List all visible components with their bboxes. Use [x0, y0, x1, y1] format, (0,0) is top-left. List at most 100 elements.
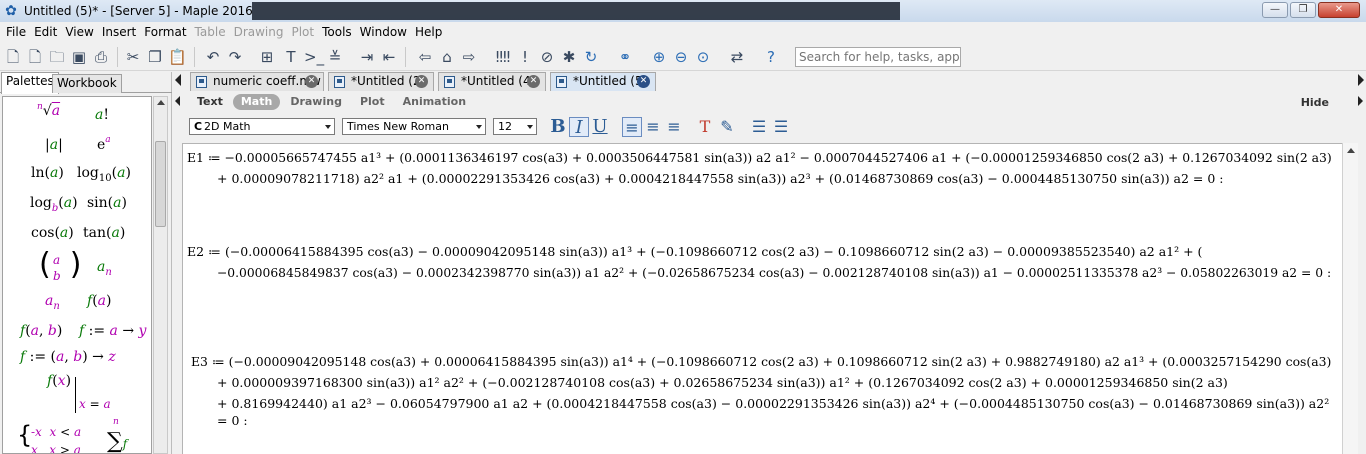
open-icon[interactable]: 🗀 [48, 48, 66, 66]
palette-subscript[interactable]: an [97, 259, 112, 278]
palette-arrow-function[interactable]: f := a → y [79, 323, 146, 339]
palette-function-2[interactable]: f(a, b) [20, 323, 62, 339]
outdent-icon[interactable]: ⇤ [380, 48, 398, 66]
equation-e1-line-2[interactable]: + 0.00009078211718) a2² a1 + (0.00002291… [217, 171, 1224, 187]
menu-tools[interactable]: Tools [318, 22, 356, 42]
palette-sqrt[interactable]: n√a [37, 102, 60, 119]
zoom-in-icon[interactable]: ⊕ [650, 48, 668, 66]
palette-cos[interactable]: cos(a) [31, 225, 74, 241]
numbered-list-icon[interactable]: ☰ [771, 117, 791, 137]
menu-view[interactable]: View [61, 22, 97, 42]
palette-piecewise[interactable]: { [17, 421, 32, 449]
align-center-icon[interactable]: ≡ [643, 117, 663, 137]
tab-palettes[interactable]: Palettes [1, 72, 59, 94]
equation-e1-line-1[interactable]: E1 ≔ −0.00005665747455 a1³ + (0.00011363… [187, 150, 1332, 166]
interrupt-icon[interactable]: ⊘ [538, 48, 556, 66]
zoom-out-icon[interactable]: ⊖ [672, 48, 690, 66]
bullet-list-icon[interactable]: ☰ [749, 117, 769, 137]
mode-math[interactable]: Math [232, 94, 281, 110]
equation-e2-line-2[interactable]: −0.00006845849837 cos(a3) − 0.0002342398… [217, 265, 1331, 281]
menu-help[interactable]: Help [411, 22, 446, 42]
debug-icon[interactable]: ✱ [560, 48, 578, 66]
align-right-icon[interactable]: ≡ [664, 117, 684, 137]
close-button[interactable]: ✕ [1318, 2, 1360, 18]
scroll-up-icon[interactable] [1347, 148, 1355, 153]
equation-e3-line-3[interactable]: + 0.8169942440) a1 a2³ − 0.06054797900 a… [217, 396, 1329, 412]
minimize-button[interactable]: — [1262, 2, 1288, 18]
home-icon[interactable]: ⌂ [438, 48, 456, 66]
equation-e3-line-4[interactable]: = 0 : [217, 413, 248, 429]
print-icon[interactable]: ⎙ [92, 48, 110, 66]
palette-logb[interactable]: logb(a) [30, 195, 78, 214]
cut-icon[interactable]: ✂ [124, 48, 142, 66]
equation-e2-line-1[interactable]: E2 ≔ (−0.00006415884395 cos(a3) − 0.0000… [187, 244, 1202, 260]
worksheet-scrollbar[interactable] [1342, 143, 1358, 454]
palette-eval-at[interactable]: f(x) [47, 373, 71, 389]
palette-sin[interactable]: sin(a) [87, 195, 127, 211]
tab-untitled-5[interactable]: *Untitled (5) ✕ [550, 72, 656, 91]
swap-icon[interactable]: ⇄ [728, 48, 746, 66]
menu-file[interactable]: File [2, 22, 30, 42]
close-tab-icon[interactable]: ✕ [305, 75, 318, 88]
collapse-left-small-icon[interactable] [175, 96, 180, 106]
menu-plot[interactable]: Plot [287, 22, 318, 42]
mode-drawing[interactable]: Drawing [282, 94, 350, 110]
close-tab-icon[interactable]: ✕ [527, 75, 540, 88]
restart-icon[interactable]: ↻ [582, 48, 600, 66]
tab-untitled-2[interactable]: *Untitled (2) ✕ [328, 72, 434, 91]
align-left-icon[interactable]: ≡ [622, 117, 642, 137]
text-color-icon[interactable]: T [695, 117, 715, 137]
worksheet[interactable]: E1 ≔ −0.00005665747455 a1³ + (0.00011363… [182, 143, 1342, 454]
palette-log10[interactable]: log10(a) [77, 165, 131, 184]
new-document-from-template-icon[interactable]: 🗋 [26, 48, 44, 66]
execute-icon[interactable]: ! [516, 48, 534, 66]
palette-tan[interactable]: tan(a) [83, 225, 125, 241]
zoom-fit-icon[interactable]: ⊙ [694, 48, 712, 66]
redo-icon[interactable]: ↷ [226, 48, 244, 66]
indent-icon[interactable]: ⇥ [358, 48, 376, 66]
underline-button[interactable]: U [590, 117, 610, 137]
text-mode-icon[interactable]: T [282, 48, 300, 66]
scroll-up-icon[interactable] [157, 100, 165, 105]
scroll-thumb[interactable] [155, 141, 166, 227]
collapse-right-small-icon[interactable] [1358, 96, 1363, 106]
palette-scrollbar[interactable] [153, 96, 168, 454]
palette-abs[interactable]: |a| [45, 137, 63, 153]
link-icon[interactable]: ⚭ [616, 48, 634, 66]
equation-e3-line-1[interactable]: E3 ≔ (−0.00009042095148 cos(a3) + 0.0000… [191, 354, 1331, 370]
tab-untitled-4[interactable]: *Untitled (4) ✕ [438, 72, 546, 91]
insert-section-icon[interactable]: ≚ [326, 48, 344, 66]
highlight-icon[interactable]: ✎ [717, 117, 737, 137]
palette-arrow-function-2[interactable]: f := (a, b) → z [20, 349, 116, 365]
mode-text[interactable]: Text [189, 94, 231, 110]
undo-icon[interactable]: ↶ [204, 48, 222, 66]
menu-drawing[interactable]: Drawing [230, 22, 288, 42]
menu-format[interactable]: Format [140, 22, 190, 42]
execute-all-icon[interactable]: ‼‼ [494, 48, 512, 66]
palette-function[interactable]: f(a) [87, 293, 111, 309]
hide-button[interactable]: Hide [1301, 96, 1329, 109]
forward-icon[interactable]: ⇨ [460, 48, 478, 66]
mode-animation[interactable]: Animation [395, 94, 474, 110]
italic-button[interactable]: I [569, 117, 589, 138]
new-document-icon[interactable]: 🗋 [4, 48, 22, 66]
tab-numeric-coeff[interactable]: numeric coeff.mw ✕ [190, 72, 324, 91]
menu-window[interactable]: Window [356, 22, 411, 42]
bold-button[interactable]: B [548, 117, 568, 137]
font-dropdown[interactable]: Times New Roman [342, 118, 486, 135]
copy-icon[interactable]: ❐ [146, 48, 164, 66]
save-icon[interactable]: ▣ [70, 48, 88, 66]
math-mode-icon[interactable]: >_ [304, 48, 324, 66]
mode-plot[interactable]: Plot [352, 94, 393, 110]
menu-edit[interactable]: Edit [30, 22, 61, 42]
tab-workbook[interactable]: Workbook [52, 74, 122, 93]
close-tab-icon[interactable]: ✕ [637, 75, 650, 88]
back-icon[interactable]: ⇦ [416, 48, 434, 66]
collapse-right-icon[interactable] [1358, 74, 1364, 86]
palette-index[interactable]: an [45, 293, 60, 312]
style-dropdown[interactable]: C 2D Math [189, 118, 335, 135]
palette-sum[interactable]: ∑f [107, 429, 127, 453]
palette-ln[interactable]: ln(a) [31, 165, 64, 181]
size-dropdown[interactable]: 12 [493, 118, 537, 135]
maximize-button[interactable]: ❐ [1290, 2, 1316, 18]
